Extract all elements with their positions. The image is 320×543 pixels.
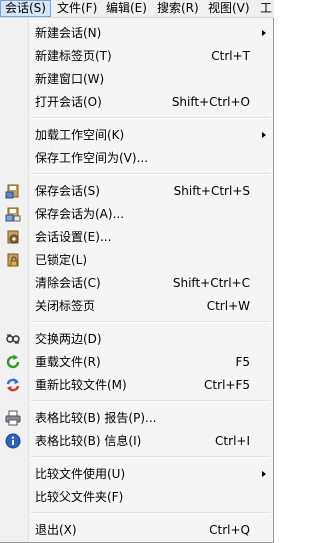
- menu-item-label: 已锁定(L): [35, 253, 88, 267]
- shortcut-label: F5: [235, 355, 250, 369]
- menu-separator: [30, 456, 270, 458]
- shortcut-label: Ctrl+W: [206, 299, 250, 313]
- shortcut-label: Ctrl+T: [211, 49, 250, 63]
- menu-item-label: 重新比较文件(M): [35, 378, 127, 392]
- recompare-icon: [5, 377, 21, 393]
- swap-icon: [5, 331, 21, 347]
- menu-separator: [30, 512, 270, 514]
- menubar: 会话(S) 文件(F) 编辑(E) 搜索(R) 视图(V) 工: [0, 0, 274, 18]
- menu-item-label: 清除会话(C): [35, 276, 101, 290]
- menu-item-new-session[interactable]: 新建会话(N): [0, 22, 272, 44]
- menu-separator: [30, 117, 270, 119]
- reload-icon: [5, 354, 21, 370]
- menu-item-clear-session[interactable]: 清除会话(C) Shift+Ctrl+C: [0, 272, 272, 294]
- info-icon: [5, 433, 21, 449]
- shortcut-label: Ctrl+Q: [209, 523, 250, 537]
- session-dropdown-menu: 新建会话(N) 新建标签页(T) Ctrl+T 新建窗口(W) 打开会话(O) …: [0, 18, 274, 543]
- menu-item-label: 新建窗口(W): [35, 72, 105, 86]
- submenu-arrow-icon: [262, 471, 266, 477]
- menu-item-open-session[interactable]: 打开会话(O) Shift+Ctrl+O: [0, 91, 272, 113]
- menu-item-session-settings[interactable]: 会话设置(E)...: [0, 226, 272, 248]
- submenu-arrow-icon: [262, 30, 266, 36]
- menu-item-label: 退出(X): [35, 523, 77, 537]
- submenu-arrow-icon: [262, 132, 266, 138]
- shortcut-label: Ctrl+F5: [204, 378, 250, 392]
- menu-item-locked[interactable]: 已锁定(L): [0, 249, 272, 271]
- menu-session[interactable]: 会话(S): [0, 0, 51, 17]
- shortcut-label: Shift+Ctrl+S: [173, 184, 250, 198]
- menu-separator: [30, 321, 270, 323]
- menu-item-label: 新建标签页(T): [35, 49, 112, 63]
- menu-item-label: 关闭标签页: [35, 299, 96, 313]
- menu-item-load-workspace[interactable]: 加载工作空间(K): [0, 124, 272, 146]
- menu-item-label: 保存工作空间为(V)...: [35, 151, 149, 165]
- menu-item-label: 新建会话(N): [35, 26, 102, 40]
- shortcut-label: Shift+Ctrl+O: [171, 95, 250, 109]
- menu-separator: [30, 400, 270, 402]
- menu-item-label: 交换两边(D): [35, 332, 102, 346]
- menu-search[interactable]: 搜索(R): [153, 0, 203, 17]
- menu-item-label: 会话设置(E)...: [35, 230, 112, 244]
- menu-item-swap-sides[interactable]: 交换两边(D): [0, 328, 272, 350]
- menu-item-label: 比较文件使用(U): [35, 467, 126, 481]
- menu-item-close-tab[interactable]: 关闭标签页 Ctrl+W: [0, 295, 272, 317]
- menu-item-label: 加载工作空间(K): [35, 128, 125, 142]
- menu-item-save-session-as[interactable]: 保存会话为(A)...: [0, 203, 272, 225]
- lock-icon: [5, 252, 21, 268]
- menu-item-table-compare-report[interactable]: 表格比较(B) 报告(P)...: [0, 407, 272, 429]
- menu-view[interactable]: 视图(V): [204, 0, 254, 17]
- menu-item-recompare-files[interactable]: 重新比较文件(M) Ctrl+F5: [0, 374, 272, 396]
- shortcut-label: Shift+Ctrl+C: [172, 276, 250, 290]
- menu-item-label: 重载文件(R): [35, 355, 101, 369]
- menu-item-compare-parent-folders[interactable]: 比较父文件夹(F): [0, 486, 272, 508]
- menu-item-save-workspace-as[interactable]: 保存工作空间为(V)...: [0, 147, 272, 169]
- menu-separator: [30, 173, 270, 175]
- menu-item-reload-file[interactable]: 重载文件(R) F5: [0, 351, 272, 373]
- menu-item-new-tab[interactable]: 新建标签页(T) Ctrl+T: [0, 45, 272, 67]
- menu-item-new-window[interactable]: 新建窗口(W): [0, 68, 272, 90]
- print-icon: [5, 410, 21, 426]
- menu-item-label: 打开会话(O): [35, 95, 102, 109]
- menu-item-label: 比较父文件夹(F): [35, 490, 124, 504]
- menu-edit[interactable]: 编辑(E): [102, 0, 151, 17]
- menu-item-label: 表格比较(B) 报告(P)...: [35, 411, 157, 425]
- settings-icon: [5, 229, 21, 245]
- menu-file[interactable]: 文件(F): [53, 0, 101, 17]
- save-icon: [5, 183, 21, 199]
- save-as-icon: [5, 206, 21, 222]
- menu-item-label: 保存会话为(A)...: [35, 207, 125, 221]
- shortcut-label: Ctrl+I: [215, 434, 250, 448]
- menu-item-label: 表格比较(B) 信息(I): [35, 434, 142, 448]
- menu-item-table-compare-info[interactable]: 表格比较(B) 信息(I) Ctrl+I: [0, 430, 272, 452]
- menu-tools[interactable]: 工: [256, 0, 276, 17]
- menu-item-compare-files-using[interactable]: 比较文件使用(U): [0, 463, 272, 485]
- menu-item-exit[interactable]: 退出(X) Ctrl+Q: [0, 519, 272, 541]
- menu-item-label: 保存会话(S): [35, 184, 100, 198]
- menu-item-save-session[interactable]: 保存会话(S) Shift+Ctrl+S: [0, 180, 272, 202]
